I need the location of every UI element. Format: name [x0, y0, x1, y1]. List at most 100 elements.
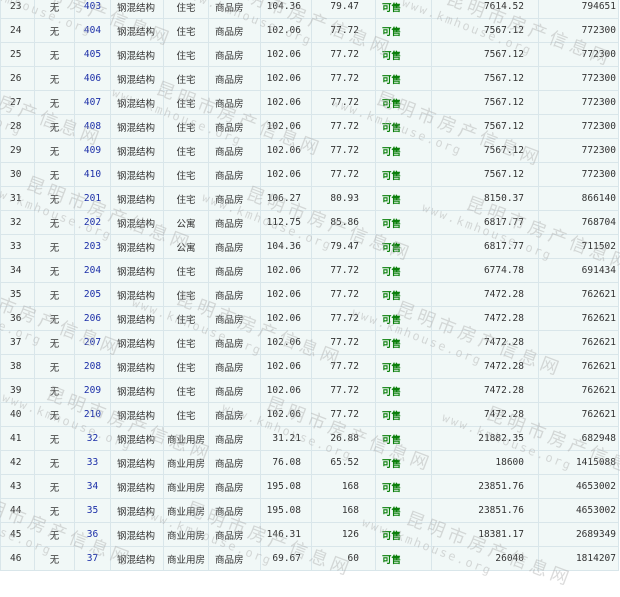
unit-type-cell: 商品房	[208, 522, 261, 547]
unit-inner-area: 80.93	[330, 193, 359, 204]
unit-inner-area-cell: 77.72	[311, 114, 376, 139]
room-number-link[interactable]: 33	[87, 457, 98, 468]
table-row: 26 无 406 钢混结构 住宅 商品房 102.06 77.72 可售 7567.12 77230…	[0, 66, 619, 91]
unit-inner-area-cell: 60	[311, 546, 376, 571]
unit-total-price: 772300	[581, 49, 616, 60]
room-number-link[interactable]: 406	[84, 73, 101, 84]
unit-status: 可售	[382, 386, 402, 398]
room-number-link[interactable]: 35	[87, 505, 98, 516]
unit-number-cell: 29	[0, 138, 35, 163]
unit-use-cell: 商业用房	[163, 522, 209, 547]
unit-total-price-cell: 866140	[538, 186, 619, 211]
unit-structure: 钢混结构	[117, 218, 156, 230]
unit-inner-area: 77.72	[330, 385, 359, 396]
unit-price: 23851.76	[478, 505, 524, 516]
unit-price: 7567.12	[483, 73, 524, 84]
room-number-link-cell: 35	[74, 498, 111, 523]
room-number-link[interactable]: 206	[84, 313, 101, 324]
unit-type-cell: 商品房	[208, 42, 261, 67]
room-number-link[interactable]: 202	[84, 217, 101, 228]
room-number-link[interactable]: 203	[84, 241, 101, 252]
unit-inner-area-cell: 80.93	[311, 186, 376, 211]
room-number-link[interactable]: 405	[84, 49, 101, 60]
unit-type: 商品房	[215, 218, 244, 230]
room-number-link[interactable]: 205	[84, 289, 101, 300]
unit-price-cell: 7567.12	[431, 18, 539, 43]
room-number-link[interactable]: 404	[84, 25, 101, 36]
room-number-link-cell: 201	[74, 186, 111, 211]
unit-status-cell: 可售	[375, 210, 432, 235]
unit-type: 商品房	[215, 50, 244, 62]
unit-flag-cell: 无	[34, 138, 75, 163]
unit-status-cell: 可售	[375, 282, 432, 307]
unit-inner-area-cell: 77.72	[311, 354, 376, 379]
room-number-link[interactable]: 403	[84, 1, 101, 12]
room-number-link[interactable]: 204	[84, 265, 101, 276]
unit-build-area: 102.06	[266, 73, 301, 84]
unit-type: 商品房	[215, 386, 244, 398]
unit-number: 27	[10, 97, 22, 108]
unit-build-area-cell: 102.06	[260, 114, 312, 139]
unit-structure: 钢混结构	[117, 26, 156, 38]
room-number-link[interactable]: 209	[84, 385, 101, 396]
room-number-link[interactable]: 408	[84, 121, 101, 132]
room-number-link[interactable]: 409	[84, 145, 101, 156]
unit-status: 可售	[382, 242, 402, 254]
room-number-link[interactable]: 208	[84, 361, 101, 372]
unit-inner-area-cell: 79.47	[311, 0, 376, 19]
unit-type-cell: 商品房	[208, 90, 261, 115]
unit-build-area: 102.06	[266, 409, 301, 420]
unit-build-area-cell: 106.27	[260, 186, 312, 211]
unit-total-price-cell: 762621	[538, 402, 619, 427]
unit-total-price-cell: 772300	[538, 162, 619, 187]
unit-price-cell: 7614.52	[431, 0, 539, 19]
unit-build-area-cell: 112.75	[260, 210, 312, 235]
unit-status: 可售	[382, 434, 402, 446]
unit-flag-cell: 无	[34, 66, 75, 91]
table-row: 42 无 33 钢混结构 商业用房 商品房 76.08 65.52 可售 18600 1415088	[0, 450, 619, 475]
unit-price: 7472.28	[483, 337, 524, 348]
unit-structure-cell: 钢混结构	[110, 402, 164, 427]
unit-structure: 钢混结构	[117, 74, 156, 86]
room-number-link[interactable]: 36	[87, 529, 98, 540]
unit-use-cell: 商业用房	[163, 426, 209, 451]
unit-number-cell: 26	[0, 66, 35, 91]
unit-type-cell: 商品房	[208, 66, 261, 91]
room-number-link[interactable]: 407	[84, 97, 101, 108]
unit-total-price-cell: 772300	[538, 66, 619, 91]
room-number-link[interactable]: 201	[84, 193, 101, 204]
unit-price-cell: 7472.28	[431, 354, 539, 379]
unit-use: 商业用房	[166, 482, 205, 494]
unit-type-cell: 商品房	[208, 282, 261, 307]
room-number-link-cell: 209	[74, 378, 111, 403]
unit-build-area-cell: 146.31	[260, 522, 312, 547]
room-number-link[interactable]: 207	[84, 337, 101, 348]
unit-inner-area: 26.88	[330, 433, 359, 444]
room-number-link[interactable]: 34	[87, 481, 98, 492]
unit-build-area: 31.21	[272, 433, 301, 444]
table-row: 28 无 408 钢混结构 住宅 商品房 102.06 77.72 可售 7567.12 77230…	[0, 114, 619, 139]
unit-structure: 钢混结构	[117, 458, 156, 470]
room-number-link[interactable]: 210	[84, 409, 101, 420]
unit-number: 33	[10, 241, 22, 252]
unit-total-price: 762621	[581, 409, 616, 420]
unit-use: 商业用房	[166, 530, 205, 542]
unit-status-cell: 可售	[375, 546, 432, 571]
unit-total-price-cell: 1415088	[538, 450, 619, 475]
unit-build-area: 102.06	[266, 49, 301, 60]
room-number-link[interactable]: 32	[87, 433, 98, 444]
unit-number-cell: 23	[0, 0, 35, 19]
unit-price-cell: 26040	[431, 546, 539, 571]
room-number-link[interactable]: 37	[87, 553, 98, 564]
room-number-link[interactable]: 410	[84, 169, 101, 180]
unit-flag: 无	[49, 530, 60, 542]
unit-build-area: 76.08	[272, 457, 301, 468]
unit-type: 商品房	[215, 410, 244, 422]
unit-use: 商业用房	[166, 458, 205, 470]
unit-total-price: 762621	[581, 337, 616, 348]
unit-build-area-cell: 102.06	[260, 42, 312, 67]
unit-total-price: 4653002	[575, 505, 616, 516]
unit-build-area: 112.75	[266, 217, 301, 228]
unit-price-cell: 21882.35	[431, 426, 539, 451]
unit-flag: 无	[49, 290, 60, 302]
